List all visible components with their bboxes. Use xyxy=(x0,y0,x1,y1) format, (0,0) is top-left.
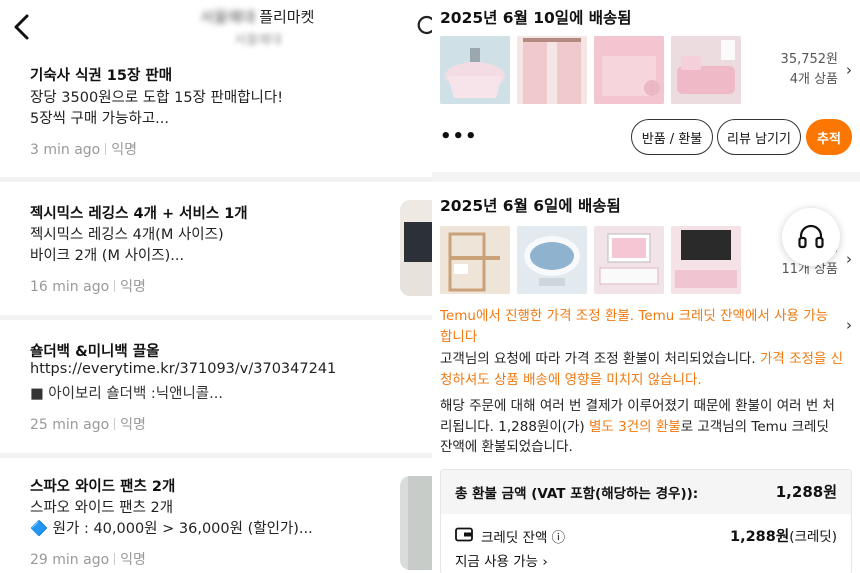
product-image[interactable] xyxy=(594,36,664,104)
refund-total-label: 총 환불 금액 (VAT 포함(해당하는 경우)): xyxy=(455,486,699,502)
orders-panel: 2025년 6월 10일에 배송됨 35,752원 4개 상품 › ••• 반품… xyxy=(432,0,860,573)
chevron-right-icon[interactable]: › xyxy=(846,250,852,268)
post-author: 익명 xyxy=(120,279,146,295)
chevron-right-icon[interactable]: › xyxy=(846,61,852,79)
credit-amount: 1,288원 xyxy=(729,529,790,545)
post-title: 숄더백 &미니백 끌올 xyxy=(30,344,160,360)
post-meta: 16 min ago 익명 xyxy=(30,276,146,296)
post-title: 스파오 와이드 팬츠 2개 xyxy=(30,479,176,495)
product-image[interactable] xyxy=(440,36,510,104)
post-preview-line: 장당 3500원으로 도합 15장 판매합니다! xyxy=(30,90,284,106)
track-button[interactable]: 추적 xyxy=(806,119,852,155)
post-author: 익명 xyxy=(120,552,146,568)
post-author: 익명 xyxy=(120,417,146,433)
post-time: 25 min ago xyxy=(30,417,110,433)
post-author: 익명 xyxy=(111,142,138,158)
credit-balance-label: 크레딧 잔액 ⓘ xyxy=(481,530,566,546)
customer-service-button[interactable] xyxy=(782,208,840,266)
post-time: 3 min ago xyxy=(30,142,101,158)
credit-balance-value: 1,288원(크레딧) xyxy=(730,525,837,546)
product-image[interactable] xyxy=(671,36,741,104)
post-thumbnail[interactable] xyxy=(400,476,432,570)
post-preview-line: 바이크 2개 (M 사이즈)... xyxy=(30,248,185,264)
post-meta: 25 min ago 익명 xyxy=(30,414,146,434)
credit-unit: (크레딧) xyxy=(789,529,837,545)
post-preview-line: 젝시믹스 레깅스 4개(M 사이즈) xyxy=(30,227,224,243)
post-time: 29 min ago xyxy=(30,552,110,568)
post-title: 기숙사 식권 15장 판매 xyxy=(30,68,173,84)
headset-icon xyxy=(798,224,824,249)
product-image[interactable] xyxy=(671,226,741,294)
refund-total-value: 1,288원 xyxy=(775,483,837,501)
product-image[interactable] xyxy=(517,36,587,104)
post-thumbnail[interactable] xyxy=(400,200,432,296)
post-item[interactable]: 기숙사 식권 15장 판매 장당 3500원으로 도합 15장 판매합니다! 5… xyxy=(0,0,432,177)
post-item[interactable]: 숄더백 &미니백 끌올 https://everytime.kr/371093/… xyxy=(0,320,432,453)
order-total: 35,752원 4개 상품 xyxy=(781,50,838,90)
more-icon[interactable]: ••• xyxy=(440,126,478,147)
refund-description: 고객님의 요청에 따라 가격 조정 환불이 처리되었습니다. 가격 조정을 신청… xyxy=(440,349,845,390)
refund-detail: 해당 주문에 대해 여러 번 결제가 이루어졌기 때문에 환불이 여러 번 처리… xyxy=(440,396,845,458)
post-item[interactable]: 스파오 와이드 팬츠 2개 스파오 와이드 팬츠 2개 🔷 원가 : 40,00… xyxy=(0,458,432,573)
chevron-right-icon[interactable]: › xyxy=(846,316,852,334)
divider xyxy=(432,172,860,182)
post-preview-line: https://everytime.kr/371093/v/370347241 xyxy=(30,361,337,377)
order-item-count: 4개 상품 xyxy=(789,72,838,87)
post-time: 16 min ago xyxy=(30,279,110,295)
post-title: 젝시믹스 레깅스 4개 + 서비스 1개 xyxy=(30,206,248,222)
refund-total-row: 총 환불 금액 (VAT 포함(해당하는 경우)): 1,288원 xyxy=(441,470,851,514)
refund-notice-link[interactable]: Temu에서 진행한 가격 조정 환불. Temu 크레딧 잔액에서 사용 가능… xyxy=(440,306,840,347)
refund-description-text: 고객님의 요청에 따라 가격 조정 환불이 처리되었습니다. xyxy=(440,351,760,367)
delivery-date: 2025년 6월 10일에 배송됨 xyxy=(440,9,632,27)
post-meta: 29 min ago 익명 xyxy=(30,549,146,569)
order-price: 35,752원 xyxy=(780,52,838,67)
product-image[interactable] xyxy=(517,226,587,294)
refund-button[interactable]: 반품 / 환불 xyxy=(631,119,713,155)
post-preview-line: ■ 아이보리 숄더백 :닉앤니콜... xyxy=(30,386,223,402)
credit-card-icon xyxy=(455,527,473,542)
post-preview-line: 스파오 와이드 팬츠 2개 xyxy=(30,500,174,516)
post-item[interactable]: 젝시믹스 레깅스 4개 + 서비스 1개 젝시믹스 레깅스 4개(M 사이즈) … xyxy=(0,182,432,315)
product-image[interactable] xyxy=(594,226,664,294)
refund-detail-highlight: 별도 3건의 환불 xyxy=(589,418,681,435)
post-preview-line: 🔷 원가 : 40,000원 > 36,000원 (할인가)... xyxy=(30,521,313,537)
use-now-link[interactable]: 지금 사용 가능 › xyxy=(455,550,548,570)
product-image[interactable] xyxy=(440,226,510,294)
delivery-date: 2025년 6월 6일에 배송됨 xyxy=(440,197,621,215)
review-button[interactable]: 리뷰 남기기 xyxy=(717,119,801,155)
post-meta: 3 min ago 익명 xyxy=(30,139,137,159)
post-preview-line: 5장씩 구매 가능하고... xyxy=(30,111,169,127)
board-panel: 서울예대 플리마켓 서울예대 기숙사 식권 15장 판매 장당 3500원으로 도… xyxy=(0,0,432,573)
refund-summary: 총 환불 금액 (VAT 포함(해당하는 경우)): 1,288원 크레딧 잔액… xyxy=(440,469,852,573)
